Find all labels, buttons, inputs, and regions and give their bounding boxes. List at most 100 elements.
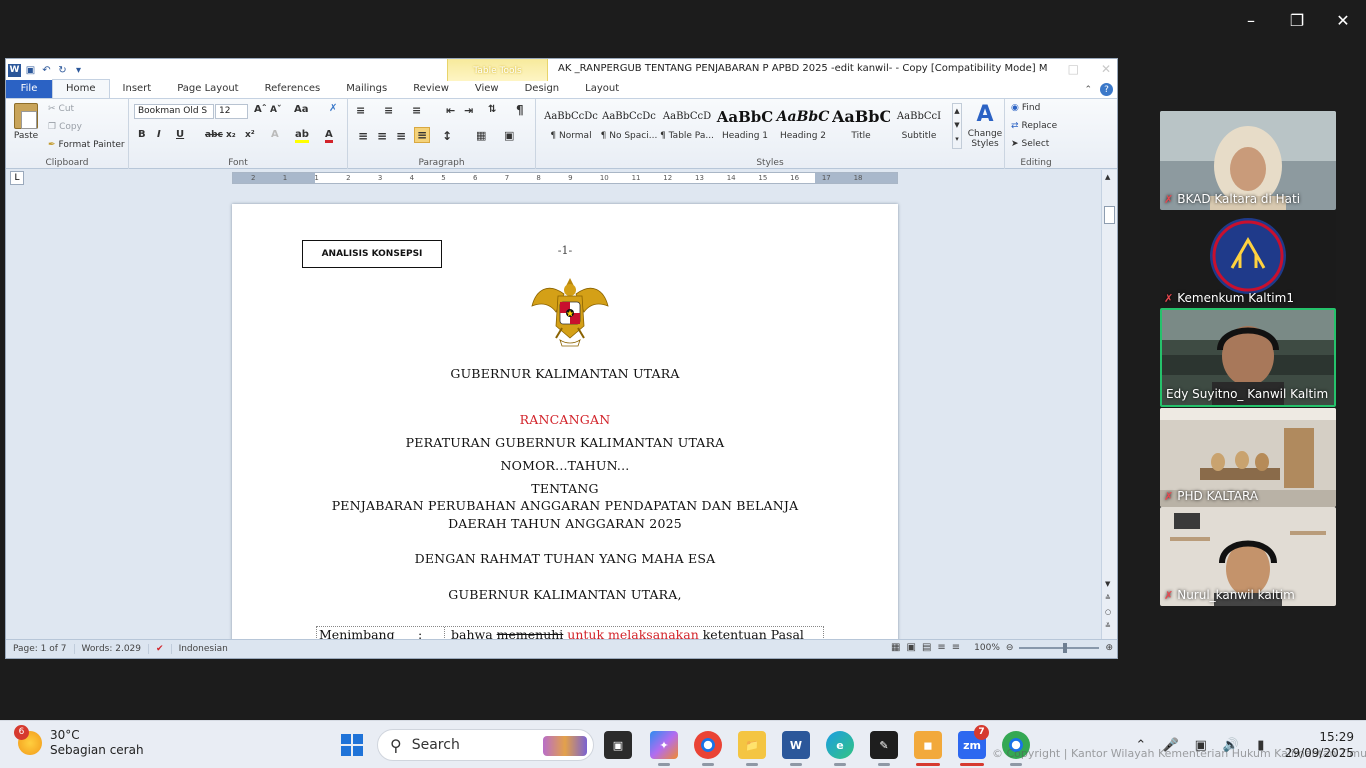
replace-button[interactable]: ⇄ Replace bbox=[1011, 121, 1057, 131]
zoom-icon[interactable]: zm 7 bbox=[958, 725, 989, 766]
sort-icon[interactable]: ⇅ bbox=[488, 104, 496, 115]
tab-design[interactable]: Design bbox=[512, 80, 573, 98]
paste-button[interactable]: Paste bbox=[12, 103, 40, 141]
strikethrough-icon[interactable]: abc bbox=[205, 130, 223, 140]
copilot-icon[interactable]: ✦ bbox=[650, 731, 678, 766]
subscript-icon[interactable]: x₂ bbox=[226, 130, 236, 140]
zoom-slider[interactable] bbox=[1019, 642, 1100, 653]
minimize-ribbon-icon[interactable]: ⌃ bbox=[1084, 85, 1092, 95]
close-icon[interactable]: ✕ bbox=[1320, 0, 1366, 40]
next-page-icon[interactable]: ≚ bbox=[1105, 622, 1111, 630]
shrink-font-icon[interactable]: Aˇ bbox=[270, 105, 281, 115]
minimize-icon[interactable]: – bbox=[1228, 0, 1274, 40]
participant-tile-4[interactable]: ✗ PHD KALTARA bbox=[1160, 408, 1336, 507]
customize-qat-icon[interactable]: ▾ bbox=[72, 64, 85, 77]
photo-app-icon[interactable]: ◼ bbox=[914, 731, 942, 766]
italic-icon[interactable]: I bbox=[157, 129, 161, 140]
style-heading-1[interactable]: AaBbC Heading 1 bbox=[716, 103, 774, 149]
sticky-app-icon[interactable]: ✎ bbox=[870, 731, 898, 766]
clear-formatting-icon[interactable]: ✗ bbox=[329, 103, 337, 114]
underline-icon[interactable]: U bbox=[176, 129, 184, 140]
proofing-icon[interactable]: ✔ bbox=[149, 644, 172, 654]
start-button[interactable] bbox=[338, 731, 366, 759]
restore-icon[interactable]: ❐ bbox=[1274, 0, 1320, 40]
style-no-spacing[interactable]: AaBbCcDc ¶ No Spaci... bbox=[600, 103, 658, 149]
tab-mailings[interactable]: Mailings bbox=[333, 80, 400, 98]
change-styles-button[interactable]: A Change Styles bbox=[966, 101, 1004, 149]
borders-icon[interactable]: ▣ bbox=[504, 129, 514, 142]
word-minimize-icon[interactable]: – bbox=[1040, 62, 1046, 76]
font-color-icon[interactable]: A bbox=[325, 129, 333, 143]
style-heading-2[interactable]: AaBbC Heading 2 bbox=[774, 103, 832, 149]
volume-icon[interactable]: 🔊 bbox=[1219, 738, 1243, 753]
style-subtitle[interactable]: AaBbCcI Subtitle bbox=[890, 103, 948, 149]
word-close-icon[interactable]: ✕ bbox=[1101, 62, 1111, 76]
show-hidden-icon[interactable]: ⌃ bbox=[1129, 738, 1153, 753]
save-icon[interactable]: ▣ bbox=[24, 64, 37, 77]
style-normal[interactable]: AaBbCcDc ¶ Normal bbox=[542, 103, 600, 149]
tab-review[interactable]: Review bbox=[400, 80, 462, 98]
tab-file[interactable]: File bbox=[6, 80, 52, 98]
word-restore-icon[interactable]: □ bbox=[1068, 62, 1079, 76]
align-center-icon[interactable]: ≡ bbox=[377, 129, 387, 143]
undo-icon[interactable]: ↶ bbox=[40, 64, 53, 77]
outline-icon[interactable]: ≡ bbox=[937, 642, 945, 653]
tab-selector-icon[interactable]: L bbox=[10, 171, 24, 185]
change-case-icon[interactable]: Aa bbox=[294, 104, 309, 115]
zoom-out-icon[interactable]: ⊖ bbox=[1006, 643, 1014, 653]
participant-tile-5[interactable]: ✗ Nurul_kanwil kaltim bbox=[1160, 507, 1336, 606]
zoom-in-icon[interactable]: ⊕ bbox=[1105, 643, 1113, 653]
redo-icon[interactable]: ↻ bbox=[56, 64, 69, 77]
increase-indent-icon[interactable]: ⇥ bbox=[464, 104, 473, 117]
format-painter-button[interactable]: ✒ Format Painter bbox=[48, 140, 125, 150]
scroll-down-icon[interactable]: ▼ bbox=[1105, 580, 1110, 588]
status-words[interactable]: Words: 2.029 bbox=[75, 644, 150, 654]
participant-tile-2[interactable]: ✗ Kemenkum Kaltim1 bbox=[1160, 210, 1336, 309]
justify-icon[interactable]: ≡ bbox=[414, 127, 431, 143]
decrease-indent-icon[interactable]: ⇤ bbox=[446, 104, 455, 117]
style-table-paragraph[interactable]: AaBbCcD ¶ Table Pa... bbox=[658, 103, 716, 149]
prev-page-icon[interactable]: ≙ bbox=[1105, 594, 1111, 602]
font-size-combo[interactable]: 12 bbox=[215, 104, 248, 119]
network-icon[interactable]: ▣ bbox=[1189, 738, 1213, 753]
shading-icon[interactable]: ▦ bbox=[476, 129, 486, 142]
status-language[interactable]: Indonesian bbox=[172, 644, 235, 654]
numbering-icon[interactable]: ≡ bbox=[384, 104, 393, 117]
horizontal-ruler[interactable]: 2 1 1 2 3 4 5 6 7 8 9 10 11 12 13 14 15 16 17 18 bbox=[232, 172, 898, 184]
select-button[interactable]: ➤ Select bbox=[1011, 139, 1049, 149]
task-view-icon[interactable]: ▣ bbox=[604, 731, 632, 759]
show-formatting-icon[interactable]: ¶ bbox=[516, 103, 524, 117]
help-icon[interactable]: ? bbox=[1100, 83, 1113, 96]
clock[interactable]: 15:29 29/09/2025 bbox=[1285, 729, 1354, 761]
styles-scroll-icon[interactable]: ▲ ▼ ▾ bbox=[952, 103, 962, 149]
bold-icon[interactable]: B bbox=[138, 129, 146, 140]
participant-tile-3[interactable]: Edy Suyitno_ Kanwil Kaltim bbox=[1160, 308, 1336, 407]
highlight-icon[interactable]: ab bbox=[295, 129, 309, 143]
bullets-icon[interactable]: ≡ bbox=[356, 104, 365, 117]
participant-tile-1[interactable]: ✗ BKAD Kaltara di Hati bbox=[1160, 111, 1336, 210]
draft-icon[interactable]: ≡ bbox=[952, 642, 960, 653]
weather-widget[interactable]: 6 30°C Sebagian cerah bbox=[14, 725, 144, 758]
word-icon[interactable]: W bbox=[782, 731, 810, 766]
vertical-scrollbar[interactable]: ▲ ▼ ≙ ○ ≚ bbox=[1101, 170, 1117, 641]
zoom-level[interactable]: 100% bbox=[974, 643, 1000, 653]
grow-font-icon[interactable]: Aˆ bbox=[254, 104, 267, 115]
chrome-icon[interactable] bbox=[694, 731, 722, 766]
tab-view[interactable]: View bbox=[462, 80, 512, 98]
scroll-up-icon[interactable]: ▲ bbox=[1105, 173, 1110, 181]
find-button[interactable]: ◉ Find bbox=[1011, 103, 1040, 113]
line-spacing-icon[interactable]: ↕ bbox=[442, 129, 452, 143]
superscript-icon[interactable]: x² bbox=[245, 130, 255, 140]
tab-references[interactable]: References bbox=[252, 80, 334, 98]
document-page[interactable]: ANALISIS KONSEPSI -1- GUBERNUR KALIMANTA… bbox=[232, 204, 898, 641]
tab-layout[interactable]: Layout bbox=[572, 80, 632, 98]
microphone-icon[interactable]: 🎤 bbox=[1159, 738, 1183, 753]
edge-icon[interactable]: e bbox=[826, 731, 854, 766]
multilevel-list-icon[interactable]: ≡ bbox=[412, 104, 421, 117]
full-screen-icon[interactable]: ▣ bbox=[906, 642, 915, 653]
align-right-icon[interactable]: ≡ bbox=[396, 129, 406, 143]
taskbar-search[interactable]: ⚲ Search bbox=[377, 729, 594, 761]
style-title[interactable]: AaBbC Title bbox=[832, 103, 890, 149]
battery-icon[interactable]: ▮ bbox=[1249, 738, 1273, 753]
tab-page-layout[interactable]: Page Layout bbox=[164, 80, 251, 98]
